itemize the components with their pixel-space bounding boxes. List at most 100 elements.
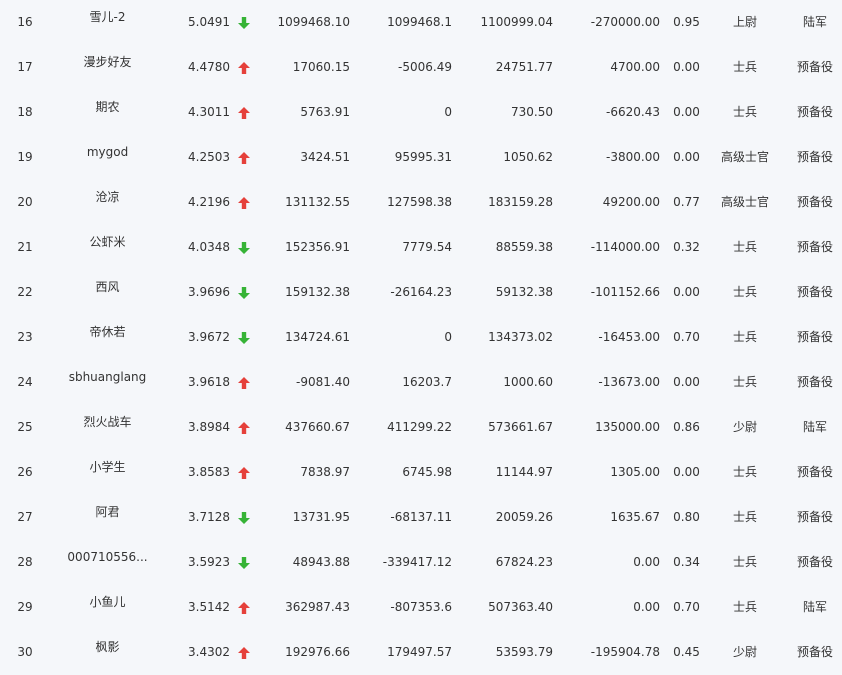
table-row: 21 公虾米 4.0348 152356.91 7779.54 88559.38 -1140… <box>0 225 842 270</box>
value-col-3: 134373.02 <box>488 330 553 344</box>
value-col-2: 1099468.1 <box>387 15 452 29</box>
value-col-1: 159132.38 <box>285 285 350 299</box>
military-rank-cell: 士兵 <box>732 510 757 524</box>
military-rank-cell: 士兵 <box>732 600 757 614</box>
status-cell: 预备役 <box>796 375 833 389</box>
value-col-2: 0 <box>444 330 452 344</box>
value-col-4: 0.00 <box>633 555 660 569</box>
value-col-2: -807353.6 <box>390 600 452 614</box>
status-cell: 预备役 <box>796 645 833 659</box>
score-cell: 3.9618 <box>188 375 230 389</box>
table-row: 25 烈火战车 3.8984 437660.67 411299.22 573661.67 1… <box>0 405 842 450</box>
value-col-3: 1000.60 <box>503 375 553 389</box>
status-cell: 预备役 <box>796 465 833 479</box>
value-col-4: 1635.67 <box>610 510 660 524</box>
status-cell: 预备役 <box>796 60 833 74</box>
arrow-down-icon <box>236 495 252 540</box>
value-col-4: -270000.00 <box>590 15 660 29</box>
value-col-3: 507363.40 <box>488 600 553 614</box>
score-cell: 3.9672 <box>188 330 230 344</box>
table-row: 27 阿君 3.7128 13731.95 -68137.11 20059.26 1635.… <box>0 495 842 540</box>
ratio-cell: 0.00 <box>673 465 700 479</box>
value-col-2: 179497.57 <box>387 645 452 659</box>
value-col-1: 1099468.10 <box>277 15 350 29</box>
value-col-1: 192976.66 <box>285 645 350 659</box>
value-col-2: 7779.54 <box>402 240 452 254</box>
value-col-1: 362987.43 <box>285 600 350 614</box>
value-col-4: -6620.43 <box>606 105 660 119</box>
military-rank-cell: 士兵 <box>732 555 757 569</box>
score-cell: 3.5923 <box>188 555 230 569</box>
value-col-3: 88559.38 <box>495 240 553 254</box>
score-cell: 4.2196 <box>188 195 230 209</box>
score-cell: 3.9696 <box>188 285 230 299</box>
score-cell: 3.4302 <box>188 645 230 659</box>
ratio-cell: 0.86 <box>673 420 700 434</box>
ratio-cell: 0.00 <box>673 375 700 389</box>
military-rank-cell: 士兵 <box>732 375 757 389</box>
arrow-up-icon <box>236 405 252 450</box>
ratio-cell: 0.00 <box>673 285 700 299</box>
value-col-3: 1050.62 <box>503 150 553 164</box>
value-col-3: 59132.38 <box>495 285 553 299</box>
value-col-3: 183159.28 <box>488 195 553 209</box>
arrow-down-icon <box>236 270 252 315</box>
ratio-cell: 0.45 <box>673 645 700 659</box>
table-row: 24 sbhuanglang 3.9618 -9081.40 16203.7 1000.6… <box>0 360 842 405</box>
table-row: 29 小鱼儿 3.5142 362987.43 -807353.6 507363.40 0.… <box>0 585 842 630</box>
value-col-1: 7838.97 <box>300 465 350 479</box>
score-cell: 3.7128 <box>188 510 230 524</box>
value-col-1: 48943.88 <box>292 555 350 569</box>
table-row: 16 雪儿-2 5.0491 1099468.10 1099468.1 1100999.0… <box>0 0 842 45</box>
ranking-table: 16 雪儿-2 5.0491 1099468.10 1099468.1 1100999.0… <box>0 0 842 675</box>
score-cell: 3.8984 <box>188 420 230 434</box>
status-cell: 陆军 <box>802 600 827 614</box>
military-rank-cell: 士兵 <box>732 105 757 119</box>
value-col-4: -114000.00 <box>590 240 660 254</box>
arrow-down-icon <box>236 540 252 585</box>
military-rank-cell: 士兵 <box>732 330 757 344</box>
score-cell: 4.2503 <box>188 150 230 164</box>
value-col-2: 127598.38 <box>387 195 452 209</box>
arrow-up-icon <box>236 360 252 405</box>
value-col-4: 49200.00 <box>602 195 660 209</box>
value-col-3: 20059.26 <box>495 510 553 524</box>
value-col-2: -68137.11 <box>390 510 452 524</box>
arrow-up-icon <box>236 135 252 180</box>
value-col-4: 0.00 <box>633 600 660 614</box>
value-col-1: 131132.55 <box>285 195 350 209</box>
value-col-4: -101152.66 <box>590 285 660 299</box>
table-row: 26 小学生 3.8583 7838.97 6745.98 11144.97 1305.00… <box>0 450 842 495</box>
arrow-down-icon <box>236 0 252 45</box>
value-col-2: 6745.98 <box>402 465 452 479</box>
status-cell: 预备役 <box>796 285 833 299</box>
military-rank-cell: 士兵 <box>732 60 757 74</box>
table-row: 19 mygod 4.2503 3424.51 95995.31 1050.62 -3800… <box>0 135 842 180</box>
status-cell: 预备役 <box>796 240 833 254</box>
value-col-3: 67824.23 <box>495 555 553 569</box>
value-col-4: 4700.00 <box>610 60 660 74</box>
value-col-2: 0 <box>444 105 452 119</box>
status-cell: 预备役 <box>796 510 833 524</box>
score-cell: 3.5142 <box>188 600 230 614</box>
status-cell: 预备役 <box>796 105 833 119</box>
score-cell: 4.3011 <box>188 105 230 119</box>
value-col-1: 3424.51 <box>300 150 350 164</box>
value-col-3: 1100999.04 <box>480 15 553 29</box>
value-col-3: 11144.97 <box>495 465 553 479</box>
value-col-2: -339417.12 <box>382 555 452 569</box>
value-col-4: -13673.00 <box>598 375 660 389</box>
value-col-4: -3800.00 <box>606 150 660 164</box>
military-rank-cell: 少尉 <box>732 645 757 659</box>
ratio-cell: 0.00 <box>673 60 700 74</box>
military-rank-cell: 上尉 <box>732 15 757 29</box>
value-col-3: 573661.67 <box>488 420 553 434</box>
status-cell: 预备役 <box>796 195 833 209</box>
military-rank-cell: 高级士官 <box>720 150 769 164</box>
military-rank-cell: 士兵 <box>732 240 757 254</box>
table-row: 17 漫步好友 4.4780 17060.15 -5006.49 24751.77 4700… <box>0 45 842 90</box>
military-rank-cell: 少尉 <box>732 420 757 434</box>
military-rank-cell: 士兵 <box>732 465 757 479</box>
value-col-4: 1305.00 <box>610 465 660 479</box>
value-col-1: 152356.91 <box>285 240 350 254</box>
